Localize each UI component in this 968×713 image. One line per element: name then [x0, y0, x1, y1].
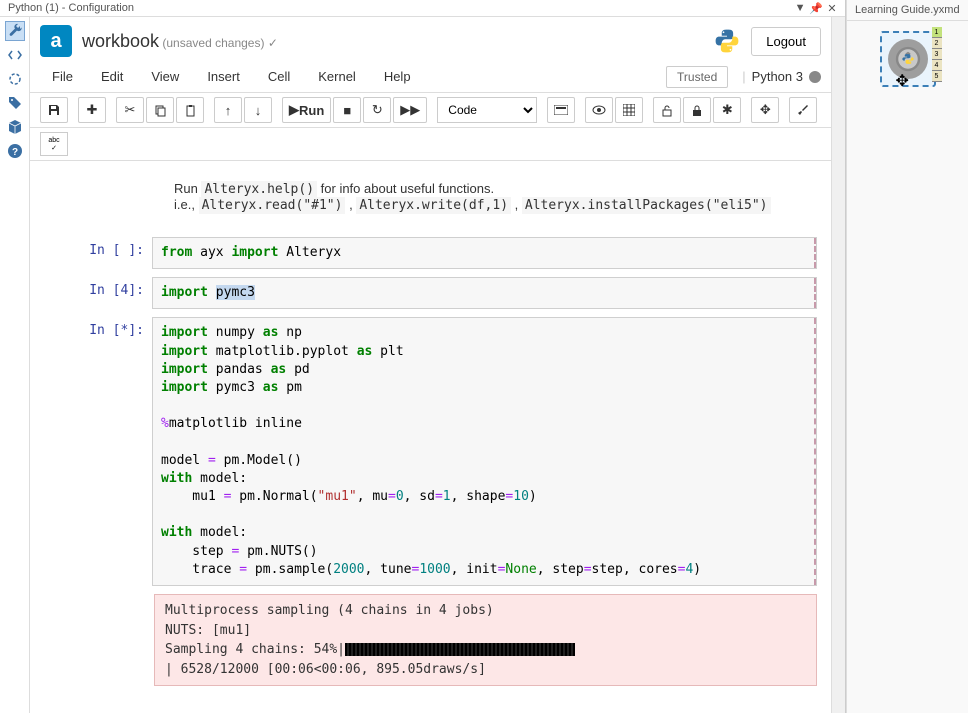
output-line: NUTS: [mu1] [165, 621, 806, 641]
command-palette-button[interactable] [547, 97, 575, 123]
fastforward-button[interactable]: ▶▶ [393, 97, 427, 123]
save-button[interactable] [40, 97, 68, 123]
jupyter-notebook: a workbook (unsaved changes) ✓ Logout Fi… [30, 17, 831, 713]
trusted-indicator[interactable]: Trusted [666, 66, 728, 88]
code-icon[interactable] [5, 45, 25, 65]
spellcheck-button[interactable]: abc ✓ [40, 132, 68, 156]
checkmark-icon: ✓ [268, 36, 278, 50]
notebook-header: a workbook (unsaved changes) ✓ Logout [30, 17, 831, 61]
anchor[interactable]: 3 [932, 49, 942, 60]
target-icon[interactable] [5, 69, 25, 89]
anchor[interactable]: 4 [932, 60, 942, 71]
cell-prompt: In [ ]: [44, 237, 152, 269]
canvas-pane: Learning Guide.yxmd 1 2 3 4 5 ✥ [846, 0, 968, 713]
menu-help[interactable]: Help [372, 65, 423, 88]
cell-prompt: In [*]: [44, 317, 152, 586]
logout-button[interactable]: Logout [751, 27, 821, 56]
restart-button[interactable]: ↻ [363, 97, 391, 123]
move-up-button[interactable]: ↑ [214, 97, 242, 123]
help-icon[interactable]: ? [5, 141, 25, 161]
kernel-busy-icon [809, 71, 821, 83]
kernel-indicator: | Python 3 [742, 69, 821, 84]
intro-text: Run Alteryx.help() for info about useful… [154, 171, 817, 223]
cube-icon[interactable] [5, 117, 25, 137]
anchor[interactable]: 1 [932, 27, 942, 38]
menu-insert[interactable]: Insert [195, 65, 252, 88]
workflow-tab[interactable]: Learning Guide.yxmd [847, 0, 968, 21]
move-cursor-icon: ✥ [896, 71, 909, 91]
progress-bar [345, 643, 575, 656]
cell-prompt: In [4]: [44, 277, 152, 309]
pin-icon[interactable]: 📌 [811, 3, 821, 13]
celltype-select[interactable]: Code [437, 97, 537, 123]
cell-input[interactable]: import numpy as np import matplotlib.pyp… [152, 317, 817, 586]
stop-button[interactable]: ■ [333, 97, 361, 123]
close-icon[interactable]: ✕ [827, 3, 837, 13]
lock-open-icon[interactable] [653, 97, 681, 123]
app-logo[interactable]: a [40, 25, 72, 57]
menubar: File Edit View Insert Cell Kernel Help T… [30, 61, 831, 93]
kernel-name: Python 3 [752, 69, 803, 84]
toolbar-secondary: abc ✓ [30, 128, 831, 161]
tag-icon[interactable] [5, 93, 25, 113]
menu-cell[interactable]: Cell [256, 65, 302, 88]
code-cell[interactable]: In [ ]: from ayx import Alteryx [44, 237, 817, 269]
add-cell-button[interactable]: ✚ [78, 97, 106, 123]
dropdown-icon[interactable]: ▼ [795, 3, 805, 13]
workflow-canvas[interactable]: 1 2 3 4 5 ✥ [847, 21, 968, 97]
output-line: | 6528/12000 [00:06<00:06, 895.05draws/s… [165, 660, 806, 680]
cut-button[interactable]: ✂ [116, 97, 144, 123]
cell-input[interactable]: import pymc3 [152, 277, 817, 309]
asterisk-icon[interactable]: ✱ [713, 97, 741, 123]
cell-output: Multiprocess sampling (4 chains in 4 job… [154, 594, 817, 686]
notebook-body[interactable]: Run Alteryx.help() for info about useful… [30, 161, 831, 713]
grid-icon[interactable] [615, 97, 643, 123]
python-tool-node[interactable]: 1 2 3 4 5 ✥ [880, 31, 936, 87]
copy-button[interactable] [146, 97, 174, 123]
code-cell[interactable]: In [*]: import numpy as np import matplo… [44, 317, 817, 586]
run-button[interactable]: ▶ Run [282, 97, 331, 123]
eye-icon[interactable] [585, 97, 613, 123]
menu-edit[interactable]: Edit [89, 65, 135, 88]
menu-view[interactable]: View [139, 65, 191, 88]
anchor[interactable]: 2 [932, 38, 942, 49]
move-icon[interactable]: ✥ [751, 97, 779, 123]
output-line: Sampling 4 chains: 54%| [165, 640, 806, 660]
menu-kernel[interactable]: Kernel [306, 65, 368, 88]
scrollbar[interactable] [831, 17, 845, 713]
toolbar: ✚ ✂ ↑ ↓ ▶ Run ■ ↻ ▶▶ [30, 93, 831, 128]
brush-icon[interactable] [789, 97, 817, 123]
notebook-title[interactable]: workbook [82, 31, 159, 51]
svg-text:?: ? [11, 147, 17, 158]
window-title: Python (1) - Configuration [8, 2, 134, 14]
cell-input[interactable]: from ayx import Alteryx [152, 237, 817, 269]
save-status: (unsaved changes) [162, 36, 264, 50]
output-anchors: 1 2 3 4 5 [932, 27, 944, 83]
python-logo-icon [713, 27, 741, 55]
titlebar: Python (1) - Configuration ▼ 📌 ✕ [0, 0, 845, 17]
output-line: Multiprocess sampling (4 chains in 4 job… [165, 601, 806, 621]
anchor[interactable]: 5 [932, 71, 942, 82]
menu-file[interactable]: File [40, 65, 85, 88]
move-down-button[interactable]: ↓ [244, 97, 272, 123]
config-icon-sidebar: ? [0, 17, 30, 713]
code-cell[interactable]: In [4]: import pymc3 [44, 277, 817, 309]
lock-icon[interactable] [683, 97, 711, 123]
paste-button[interactable] [176, 97, 204, 123]
wrench-icon[interactable] [5, 21, 25, 41]
